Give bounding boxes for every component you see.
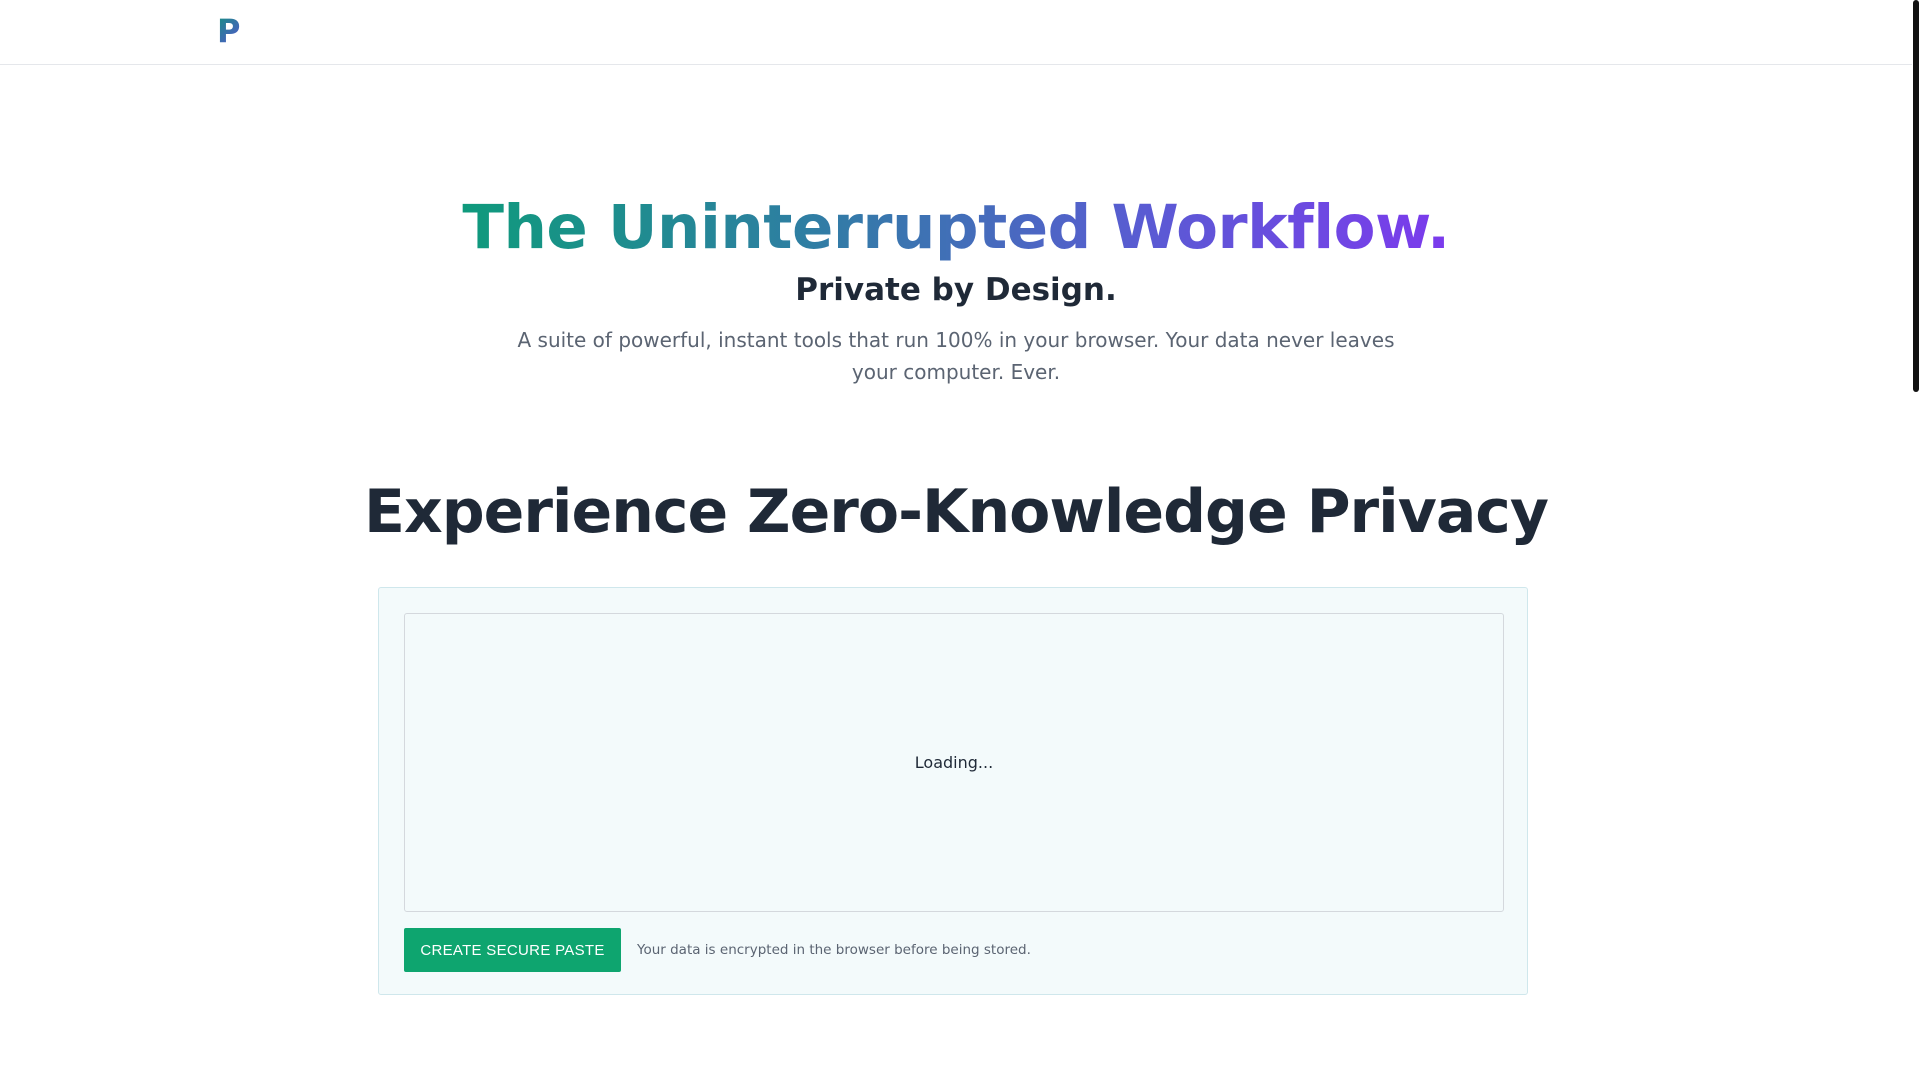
scrollbar-thumb[interactable] xyxy=(1913,0,1919,392)
create-secure-paste-button[interactable]: CREATE SECURE PASTE xyxy=(404,928,621,972)
hero-description: A suite of powerful, instant tools that … xyxy=(517,328,1395,384)
secure-paste-card: Loading... CREATE SECURE PASTE Your data… xyxy=(378,587,1528,995)
paste-editor[interactable]: Loading... xyxy=(404,613,1504,912)
logo[interactable]: P xyxy=(217,14,240,48)
hero-section: The Uninterrupted Workflow. Private by D… xyxy=(0,190,1912,388)
editor-loading-text: Loading... xyxy=(914,753,994,772)
hero-subtitle: Private by Design. xyxy=(795,272,1117,308)
hero-title: The Uninterrupted Workflow. xyxy=(462,190,1450,266)
encryption-note: Your data is encrypted in the browser be… xyxy=(637,942,1031,958)
section-title: Experience Zero-Knowledge Privacy xyxy=(364,477,1549,547)
top-navigation-bar: P xyxy=(0,0,1912,65)
scrollbar-track[interactable] xyxy=(1912,0,1920,1080)
